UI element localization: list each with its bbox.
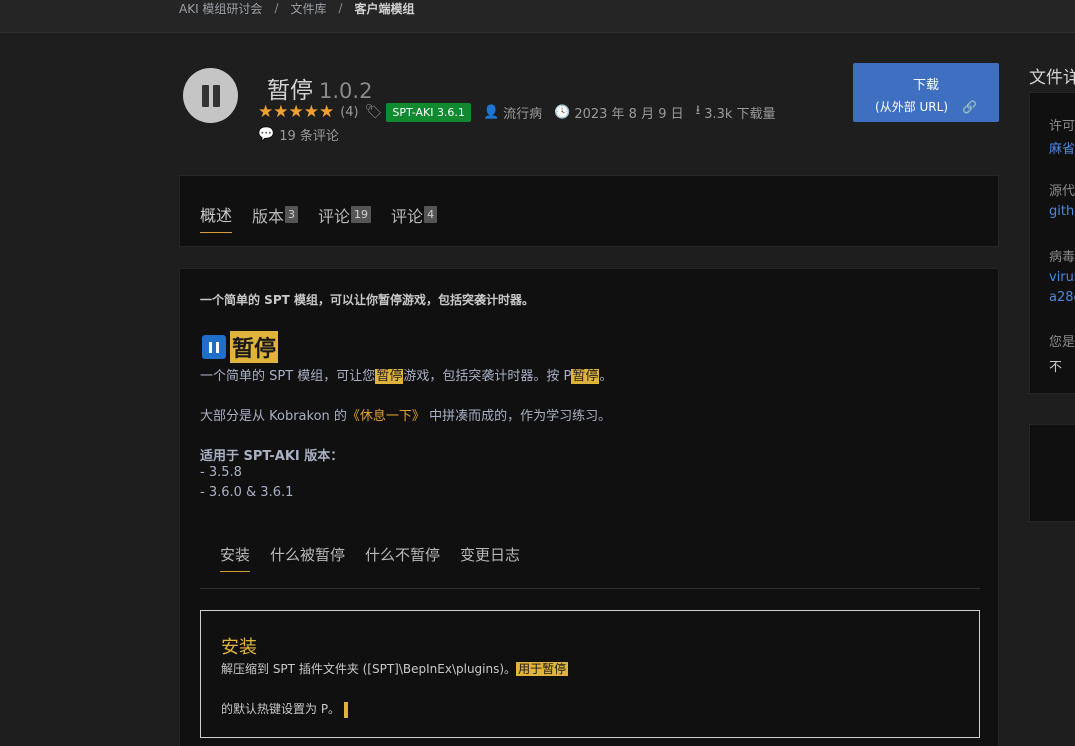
license-label: 许可 [1049,119,1075,134]
breadcrumb-separator: / [274,1,279,15]
question-label: 您是 [1049,335,1075,350]
version-badge[interactable]: SPT-AKI 3.6.1 [386,102,471,122]
comments-count[interactable]: 19 条评论 [279,125,339,144]
text-segment: 。 [599,369,613,384]
tab-comments[interactable]: 评论 19 [318,202,372,233]
tabs-card: 概述 版本 3 评论 19 评论 4 [179,175,999,247]
text-cursor [344,701,349,718]
source-label: 源代 [1049,184,1075,199]
tab-count: 3 [285,206,299,223]
divider [200,588,980,589]
tab-label: 版本 [252,206,285,226]
download-sublabel: (从外部 URL) [875,100,949,114]
versions-title: 适用于 SPT-AKI 版本： [200,449,344,464]
date-meta: 🕓 2023 年 8 月 9 日 [554,103,683,122]
tag-icon: 🏷 [364,104,383,120]
clock-icon: 🕓 [554,104,571,120]
text-segment: 大部分是从 Kobrakon 的 [200,409,347,424]
tab-label: 评论 [318,206,351,226]
virus-link-2[interactable]: a28d [1049,290,1075,305]
highlight-text: 用于暂停 [516,662,569,676]
highlight-text: 暂停 [571,369,600,384]
link-icon: 🔗 [962,99,977,114]
question-value: 不 [1049,360,1063,375]
text-segment: 解压缩到 SPT 插件文件夹 ([SPT]\BepInEx\plugins)。 [221,662,517,676]
content-card: 一个简单的 SPT 模组，可以让你暂停游戏，包括突袭计时器。 暂停 一个简单的 … [179,268,999,746]
text-segment: 游戏，包括突袭计时器。按 P [403,369,572,384]
subtab-what-not-paused[interactable]: 什么不暂停 [365,544,440,572]
heading-text: 暂停 [230,331,279,363]
source-link[interactable]: githu [1049,204,1075,219]
author-meta[interactable]: 👤 流行病 [483,103,542,122]
tab-overview[interactable]: 概述 [200,202,233,233]
subtab-changelog[interactable]: 变更日志 [460,544,520,572]
take-a-break-link[interactable]: 《休息一下》 [347,409,425,424]
tab-reviews[interactable]: 评论 4 [391,202,438,233]
credit-line: 大部分是从 Kobrakon 的《休息一下》 中拼凑而成的，作为学习练习。 [200,405,611,424]
tab-count: 19 [351,206,372,223]
install-panel: 安装 解压缩到 SPT 插件文件夹 ([SPT]\BepInEx\plugins… [200,610,980,738]
publish-date: 2023 年 8 月 9 日 [574,106,684,122]
mod-version: 1.0.2 [319,79,373,103]
downloads-meta: ⭳ 3.3k 下载量 [696,101,776,123]
tab-bar: 概述 版本 3 评论 19 评论 4 [200,202,438,233]
comments-meta[interactable]: 💬 19 条评论 [258,125,339,144]
breadcrumb-home[interactable]: AKI 模组研讨会 [179,0,262,17]
download-button[interactable]: 下载 (从外部 URL) 🔗 [853,63,999,122]
mod-pause-icon [183,68,238,123]
tab-count: 4 [424,206,438,223]
breadcrumb-separator: / [338,1,343,15]
breadcrumb-files[interactable]: 文件库 [290,0,326,17]
mod-meta-row: ★★★★★ (4) 🏷 SPT-AKI 3.6.1 👤 流行病 🕓 2023 年… [258,101,776,123]
comments-icon: 💬 [258,127,275,142]
pause-button-icon [202,335,226,359]
install-title: 安装 [221,637,257,658]
description-line: 一个简单的 SPT 模组，可让您暂停游戏，包括突袭计时器。按 P暂停。 [200,365,612,384]
top-bar: AKI 模组研讨会 / 文件库 / 客户端模组 [0,0,1075,33]
user-icon: 👤 [482,104,500,120]
breadcrumb: AKI 模组研讨会 / 文件库 / 客户端模组 [179,0,415,16]
tab-label: 评论 [391,206,424,226]
version-item: - 3.6.0 & 3.6.1 [200,485,294,500]
license-link[interactable]: 麻省 [1049,138,1075,157]
breadcrumb-current[interactable]: 客户端模组 [355,0,415,17]
text-segment: 一个简单的 SPT 模组，可让您 [200,369,376,384]
install-line: 解压缩到 SPT 插件文件夹 ([SPT]\BepInEx\plugins)。用… [221,660,569,677]
sidebar-card-2 [1029,424,1075,522]
version-item: - 3.5.8 [200,465,242,480]
file-details-title: 文件详 [1029,68,1075,88]
intro-text: 一个简单的 SPT 模组，可以让你暂停游戏，包括突袭计时器。 [200,293,534,307]
highlight-text: 暂停 [375,369,404,384]
subtab-bar: 安装 什么被暂停 什么不暂停 变更日志 [220,544,520,572]
text-segment: 的默认热键设置为 P。 [221,702,341,716]
mod-title: 暂停 1.0.2 [267,71,372,105]
download-count: 3.3k 下载量 [704,106,776,122]
tab-label: 概述 [200,206,233,225]
virus-link[interactable]: virus [1049,270,1075,285]
rating-count: (4) [340,104,359,120]
author-name[interactable]: 流行病 [503,103,542,122]
rating-stars-icon[interactable]: ★★★★★ [258,102,334,122]
virus-label: 病毒 [1049,250,1075,265]
subtab-what-pauses[interactable]: 什么被暂停 [270,544,345,572]
subtab-install[interactable]: 安装 [220,544,251,572]
tab-versions[interactable]: 版本 3 [252,202,299,233]
download-icon: ⭳ [695,103,701,118]
download-label: 下载 [912,78,939,93]
text-segment: 中拼凑而成的，作为学习练习。 [424,409,612,424]
content-heading: 暂停 [202,331,279,363]
file-details-card: 许可 麻省 源代 githu 病毒 virus a28d 您是 不 [1029,92,1075,394]
hotkey-line: 的默认热键设置为 P。 [221,700,349,718]
